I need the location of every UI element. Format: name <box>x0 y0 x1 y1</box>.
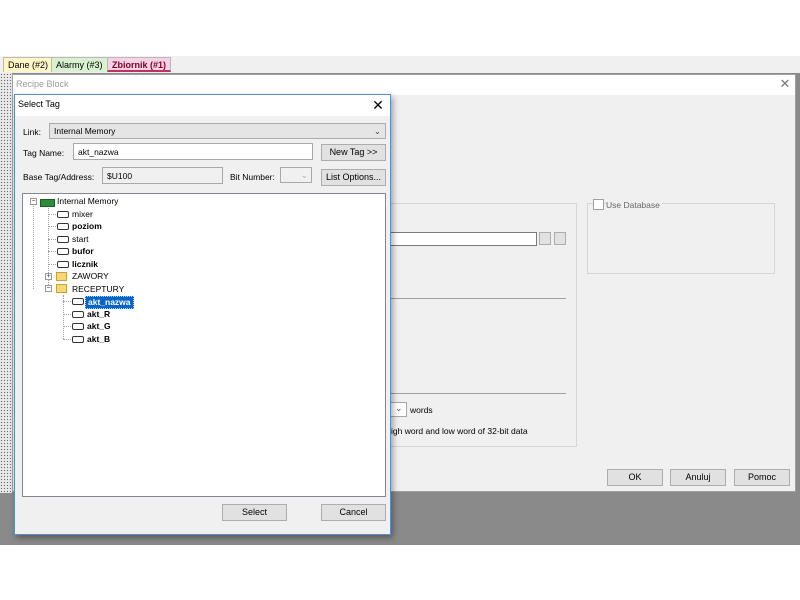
cancel-button[interactable]: Cancel <box>321 504 386 521</box>
tab-zbiornik[interactable]: Zbiornik (#1) <box>107 57 172 72</box>
tag-icon <box>72 336 84 343</box>
tree-guide <box>48 264 56 265</box>
tree-item-akt-b[interactable]: akt_B <box>87 334 110 345</box>
lock-icon[interactable] <box>554 232 566 245</box>
tag-icon <box>57 236 69 243</box>
tree-folder-zawory[interactable]: ZAWORY <box>72 271 109 282</box>
recipe-block-titlebar <box>13 75 795 95</box>
tag-name-label: Tag Name: <box>23 148 65 158</box>
top-blank-area <box>0 0 800 56</box>
bit-number-select[interactable]: ⌄ <box>280 167 312 183</box>
collapse-icon[interactable]: − <box>30 198 37 205</box>
folder-icon <box>56 272 67 281</box>
tree-guide <box>63 314 71 315</box>
new-tag-button[interactable]: New Tag >> <box>321 144 386 161</box>
tag-icon <box>72 298 84 305</box>
tree-guide <box>48 239 56 240</box>
tree-item-akt-r[interactable]: akt_R <box>87 309 110 320</box>
tree-guide <box>48 226 56 227</box>
link-value: Internal Memory <box>54 126 116 136</box>
use-database-group <box>587 203 775 274</box>
chevron-down-icon: ⌄ <box>373 126 381 136</box>
recipe-block-title: Recipe Block <box>16 79 69 89</box>
recipe-address-field[interactable] <box>389 232 537 246</box>
tag-icon <box>57 223 69 230</box>
tree-guide <box>63 339 71 340</box>
ok-button[interactable]: OK <box>607 469 663 486</box>
tag-icon <box>72 311 84 318</box>
high-low-word-label: igh word and low word of 32-bit data <box>391 426 528 436</box>
folder-open-icon <box>56 284 67 293</box>
design-grid <box>0 73 12 493</box>
select-button[interactable]: Select <box>222 504 287 521</box>
tree-item-akt-g[interactable]: akt_G <box>87 321 111 332</box>
list-options-button[interactable]: List Options... <box>321 169 386 186</box>
tag-icon <box>57 261 69 268</box>
tree-item-licznik[interactable]: licznik <box>72 259 98 270</box>
tree-item-start[interactable]: start <box>72 234 89 245</box>
tree-item-akt-nazwa-selected[interactable]: akt_nazwa <box>85 296 134 309</box>
tab-alarmy[interactable]: Alarmy (#3) <box>51 57 108 72</box>
tag-icon <box>57 248 69 255</box>
memory-icon <box>40 199 55 207</box>
expand-icon[interactable]: + <box>45 273 52 280</box>
bottom-blank-area <box>0 545 800 600</box>
bit-number-label: Bit Number: <box>230 172 275 182</box>
tree-guide <box>33 206 34 289</box>
anuluj-button[interactable]: Anuluj <box>670 469 726 486</box>
tree-guide <box>48 251 56 252</box>
pomoc-button[interactable]: Pomoc <box>734 469 790 486</box>
tag-name-input[interactable]: akt_nazwa <box>73 143 313 160</box>
use-database-checkbox[interactable] <box>593 199 604 210</box>
collapse-icon[interactable]: − <box>45 285 52 292</box>
select-tag-title: Select Tag <box>18 99 60 109</box>
tree-item-poziom[interactable]: poziom <box>72 221 102 232</box>
base-tag-label: Base Tag/Address: <box>23 172 95 182</box>
base-tag-field[interactable]: $U100 <box>102 167 223 184</box>
link-label: Link: <box>23 127 41 137</box>
tree-guide <box>48 214 56 215</box>
recipe-close-icon[interactable]: ✕ <box>776 75 794 93</box>
select-tag-titlebar <box>15 95 390 116</box>
close-icon[interactable]: ✕ <box>368 95 388 115</box>
tree-guide <box>63 326 71 327</box>
tag-icon <box>72 323 84 330</box>
link-select[interactable]: Internal Memory ⌄ <box>49 123 386 139</box>
tab-dane[interactable]: Dane (#2) <box>3 57 54 72</box>
tree-guide <box>63 301 71 302</box>
tree-item-bufor[interactable]: bufor <box>72 246 94 257</box>
chevron-down-icon: ⌄ <box>300 170 308 180</box>
browse-tag-icon[interactable] <box>539 232 551 245</box>
chevron-down-icon: ⌄ <box>395 403 403 413</box>
separator-2 <box>389 393 566 394</box>
tag-icon <box>57 211 69 218</box>
words-label: words <box>410 405 433 415</box>
tree-item-mixer[interactable]: mixer <box>72 209 93 220</box>
separator-1 <box>389 298 566 299</box>
tree-root-internal-memory[interactable]: Internal Memory <box>57 196 118 207</box>
use-database-label: Use Database <box>606 200 662 210</box>
tree-folder-receptury[interactable]: RECEPTURY <box>72 284 124 295</box>
